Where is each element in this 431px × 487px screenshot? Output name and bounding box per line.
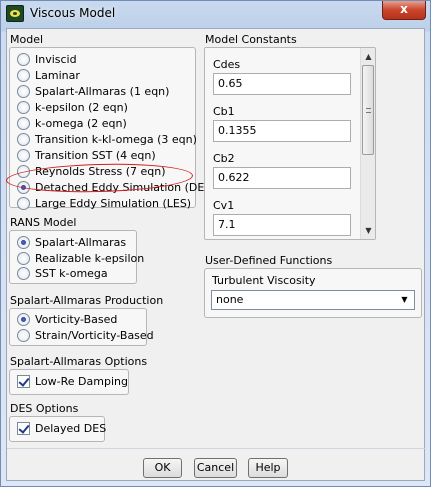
rans-option-label: SST k-omega xyxy=(35,267,108,280)
title-bar[interactable]: Viscous Model x xyxy=(1,1,430,27)
model-option-transition-sst[interactable]: Transition SST (4 eqn) xyxy=(17,148,156,164)
rans-option-sst-k-omega[interactable]: SST k-omega xyxy=(17,266,108,282)
model-option-les[interactable]: Large Eddy Simulation (LES) xyxy=(17,196,191,212)
constant-label-cdes: Cdes xyxy=(213,58,241,71)
delayed-des-label: Delayed DES xyxy=(35,422,107,435)
low-re-damping-label: Low-Re Damping xyxy=(35,375,128,388)
radio-selected-icon xyxy=(17,313,30,326)
constant-input-cdes[interactable]: 0.65 xyxy=(213,73,351,95)
turbulent-viscosity-dropdown[interactable]: none ▼ xyxy=(211,290,415,310)
radio-icon xyxy=(17,252,30,265)
help-button[interactable]: Help xyxy=(248,458,288,478)
rans-option-label: Realizable k-epsilon xyxy=(35,252,145,265)
turbulent-viscosity-value: none xyxy=(216,293,244,306)
radio-icon xyxy=(17,149,30,162)
des-options-group-title: DES Options xyxy=(10,402,79,415)
radio-selected-icon xyxy=(17,181,30,194)
model-option-label: Transition SST (4 eqn) xyxy=(35,149,156,162)
radio-icon xyxy=(17,133,30,146)
sa-production-group-title: Spalart-Allmaras Production xyxy=(10,294,164,307)
model-constants-panel: Cdes 0.65 Cb1 0.1355 Cb2 0.622 Cv1 7.1 ▲… xyxy=(204,47,376,240)
app-icon xyxy=(6,5,24,22)
model-option-reynolds-stress[interactable]: Reynolds Stress (7 eqn) xyxy=(17,164,166,180)
low-re-damping-checkbox[interactable]: Low-Re Damping xyxy=(17,374,128,390)
radio-icon xyxy=(17,329,30,342)
model-option-label: Laminar xyxy=(35,69,80,82)
delayed-des-checkbox[interactable]: Delayed DES xyxy=(17,421,106,437)
constants-scrollbar[interactable]: ▲ ▼ xyxy=(360,48,375,239)
model-option-inviscid[interactable]: Inviscid xyxy=(17,52,77,68)
model-option-label: Detached Eddy Simulation (DES) xyxy=(35,181,216,194)
scroll-up-icon[interactable]: ▲ xyxy=(362,50,375,63)
scrollbar-thumb[interactable] xyxy=(362,65,374,155)
turbulent-viscosity-label: Turbulent Viscosity xyxy=(212,274,316,287)
model-option-label: Reynolds Stress (7 eqn) xyxy=(35,165,166,178)
model-option-label: Large Eddy Simulation (LES) xyxy=(35,197,192,210)
sa-production-option-label: Vorticity-Based xyxy=(35,313,118,326)
radio-icon xyxy=(17,165,30,178)
checkbox-checked-icon xyxy=(17,422,30,435)
checkbox-checked-icon xyxy=(17,375,30,388)
grip-icon xyxy=(366,108,371,113)
model-option-k-omega[interactable]: k-omega (2 eqn) xyxy=(17,116,127,132)
radio-icon xyxy=(17,101,30,114)
window-title: Viscous Model xyxy=(30,6,116,20)
rans-model-group-title: RANS Model xyxy=(10,216,77,229)
viscous-model-window: Viscous Model x Model Inviscid Laminar S… xyxy=(0,0,431,487)
constant-input-cb1[interactable]: 0.1355 xyxy=(213,120,351,142)
model-option-k-epsilon[interactable]: k-epsilon (2 eqn) xyxy=(17,100,128,116)
constant-input-cb2[interactable]: 0.622 xyxy=(213,167,351,189)
ok-button[interactable]: OK xyxy=(143,458,182,478)
model-option-label: Transition k-kl-omega (3 eqn) xyxy=(35,133,197,146)
scroll-down-icon[interactable]: ▼ xyxy=(362,224,375,237)
sa-production-option-vorticity[interactable]: Vorticity-Based xyxy=(17,312,117,328)
sa-production-option-label: Strain/Vorticity-Based xyxy=(35,329,154,342)
constant-label-cb1: Cb1 xyxy=(213,105,235,118)
model-option-label: Inviscid xyxy=(35,53,77,66)
model-constants-title: Model Constants xyxy=(205,33,297,46)
rans-option-realizable-k-epsilon[interactable]: Realizable k-epsilon xyxy=(17,251,144,267)
udf-group-title: User-Defined Functions xyxy=(205,254,333,267)
radio-icon xyxy=(17,267,30,280)
radio-selected-icon xyxy=(17,236,30,249)
sa-options-group-title: Spalart-Allmaras Options xyxy=(10,355,148,368)
model-option-spalart-allmaras[interactable]: Spalart-Allmaras (1 eqn) xyxy=(17,84,169,100)
model-option-transition-k-kl-omega[interactable]: Transition k-kl-omega (3 eqn) xyxy=(17,132,197,148)
radio-icon xyxy=(17,69,30,82)
cancel-button[interactable]: Cancel xyxy=(194,458,237,478)
constant-label-cv1: Cv1 xyxy=(213,199,235,212)
chevron-down-icon: ▼ xyxy=(401,295,408,304)
model-option-des[interactable]: Detached Eddy Simulation (DES) xyxy=(17,180,216,196)
sa-production-option-strain-vorticity[interactable]: Strain/Vorticity-Based xyxy=(17,328,154,344)
constant-input-cv1[interactable]: 7.1 xyxy=(213,214,351,236)
model-option-laminar[interactable]: Laminar xyxy=(17,68,80,84)
model-group-title: Model xyxy=(10,33,44,46)
radio-icon xyxy=(17,197,30,210)
rans-option-spalart-allmaras[interactable]: Spalart-Allmaras xyxy=(17,235,126,251)
model-option-label: Spalart-Allmaras (1 eqn) xyxy=(35,85,170,98)
radio-icon xyxy=(17,53,30,66)
radio-icon xyxy=(17,85,30,98)
constant-label-cb2: Cb2 xyxy=(213,152,235,165)
model-option-label: k-omega (2 eqn) xyxy=(35,117,127,130)
rans-option-label: Spalart-Allmaras xyxy=(35,236,127,249)
radio-icon xyxy=(17,117,30,130)
close-button[interactable]: x xyxy=(382,1,426,20)
button-separator xyxy=(7,448,426,449)
model-option-label: k-epsilon (2 eqn) xyxy=(35,101,128,114)
